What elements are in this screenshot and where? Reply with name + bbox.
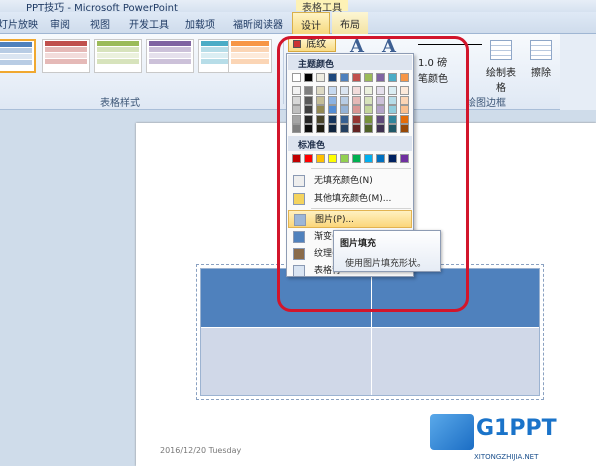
table-style-thumbnail[interactable]: [94, 39, 142, 73]
table-body-row[interactable]: [201, 327, 539, 395]
site-logo-icon: [430, 414, 474, 450]
tab-view[interactable]: 视图: [90, 16, 110, 31]
tab-slideshow[interactable]: 灯片放映: [0, 16, 38, 31]
draw-borders-group-label: 绘图边框: [466, 98, 506, 109]
annotation-highlight-ring: [277, 36, 469, 312]
table-styles-group-label: 表格样式: [100, 98, 140, 109]
pencil-table-icon: [490, 40, 512, 60]
tab-layout[interactable]: 布局: [332, 12, 368, 34]
ribbon-tabs: 灯片放映 审阅 视图 开发工具 加载项 福昕阅读器 设计 布局: [0, 12, 596, 35]
title-bar: PPT技巧 - Microsoft PowerPoint 表格工具: [0, 0, 596, 12]
tab-foxit-reader[interactable]: 福昕阅读器: [233, 16, 283, 31]
table-style-thumbnail[interactable]: [146, 39, 194, 73]
watermark-site: G1PPT: [476, 416, 557, 441]
tab-developer[interactable]: 开发工具: [129, 16, 169, 31]
eraser-label: 擦除: [531, 68, 551, 79]
table-styles-gallery: [0, 39, 282, 75]
site-watermark: G1PPT XITONGZHIJIA.NET: [430, 412, 596, 466]
draw-table-label: 绘制表格: [486, 68, 516, 94]
table-style-thumbnail[interactable]: [42, 39, 90, 73]
table-style-thumbnail[interactable]: [0, 39, 36, 73]
tab-addins[interactable]: 加载项: [185, 16, 215, 31]
eraser-button[interactable]: 擦除: [526, 40, 556, 79]
tab-design[interactable]: 设计: [292, 12, 330, 35]
draw-table-button[interactable]: 绘制表格: [486, 40, 516, 94]
eraser-icon: [530, 40, 552, 60]
tab-review[interactable]: 审阅: [50, 16, 70, 31]
watermark-url: XITONGZHIJIA.NET: [474, 453, 539, 461]
ribbon-overflow: [560, 34, 596, 110]
table-style-thumbnail[interactable]: [228, 39, 272, 73]
window-title: PPT技巧 - Microsoft PowerPoint: [26, 3, 178, 12]
context-tool-title: 表格工具: [296, 0, 348, 12]
slide-date: 2016/12/20 Tuesday: [160, 446, 242, 455]
